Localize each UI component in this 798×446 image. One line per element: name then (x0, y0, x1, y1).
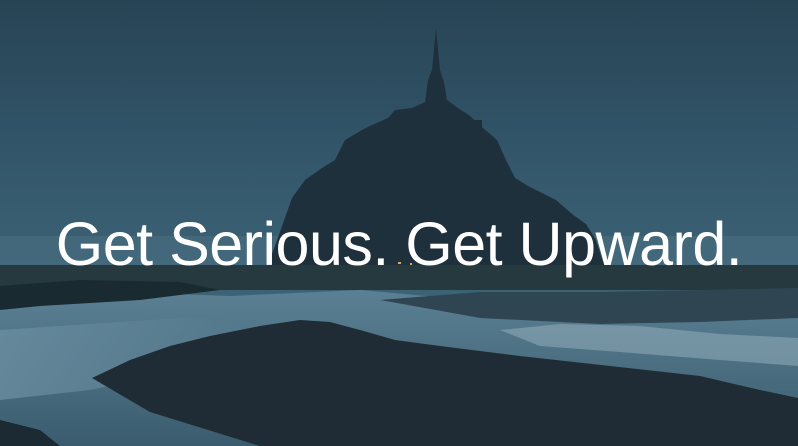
hero-headline: Get Serious. Get Upward. (55, 210, 743, 278)
hero-section: Get Serious. Get Upward. (0, 0, 798, 446)
